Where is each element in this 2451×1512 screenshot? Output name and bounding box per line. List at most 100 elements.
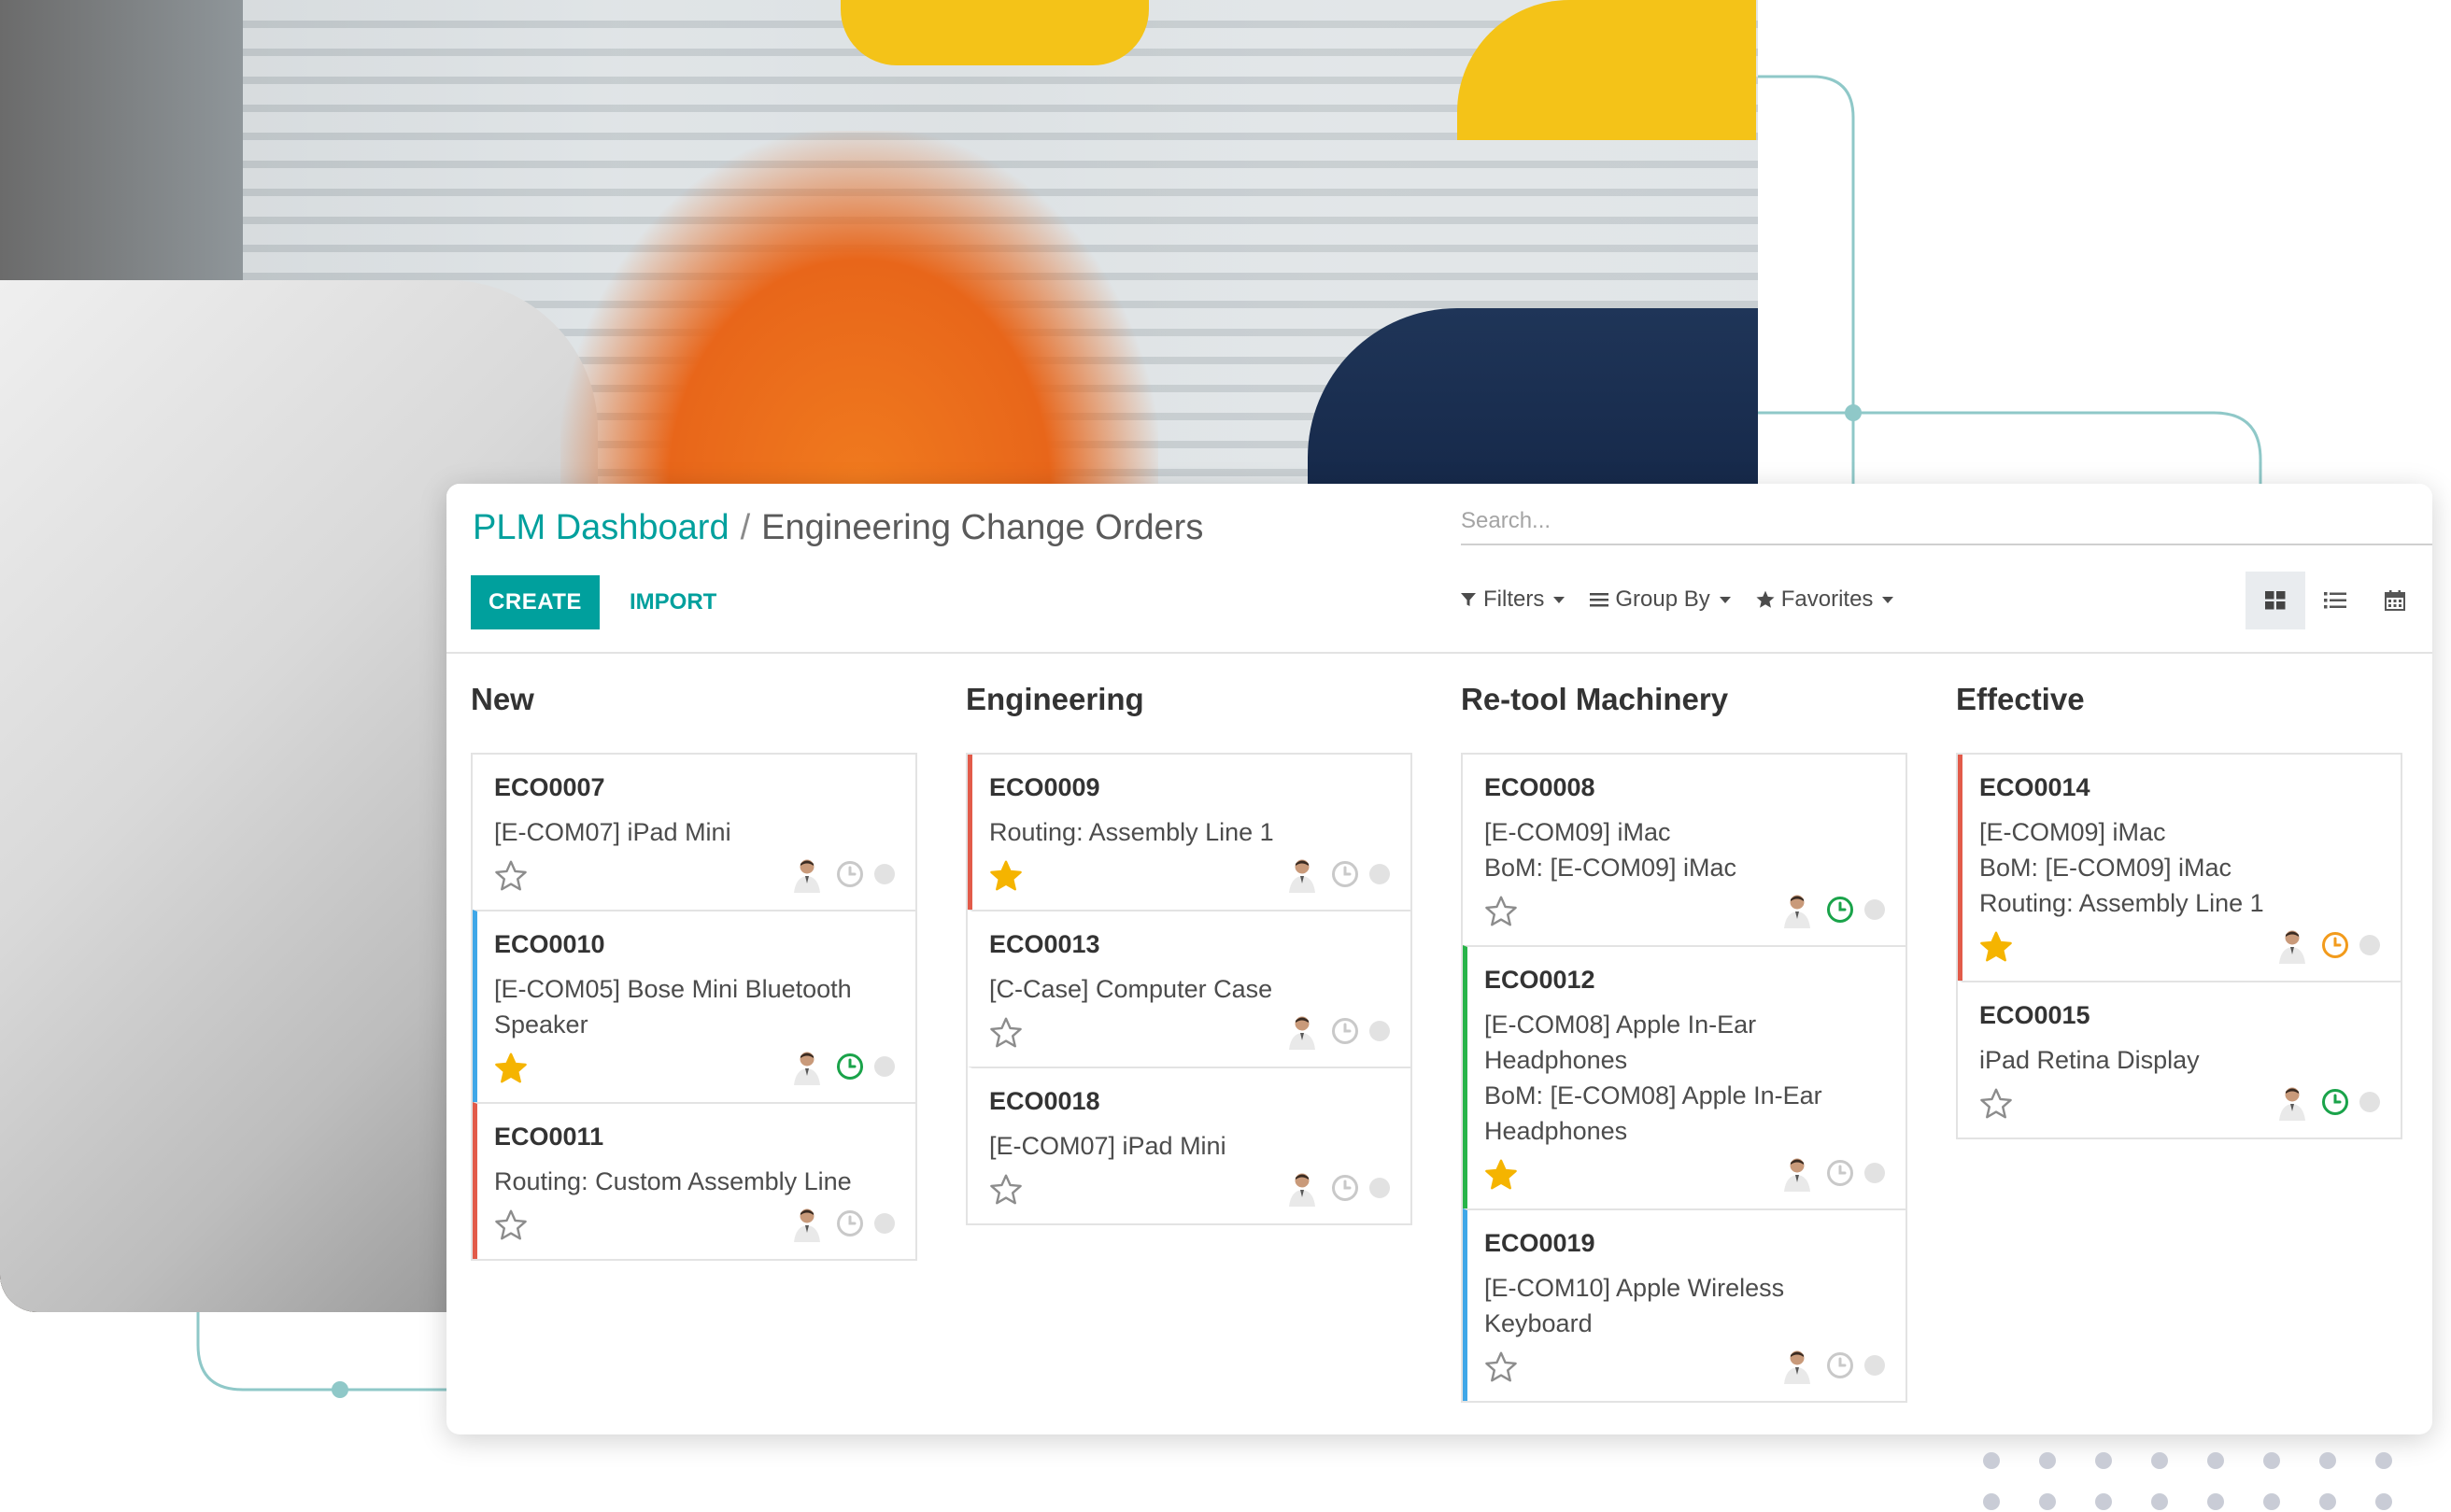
- kanban-state-dot[interactable]: [1369, 864, 1390, 884]
- kanban-state-dot[interactable]: [874, 864, 895, 884]
- avatar[interactable]: [1283, 1012, 1321, 1050]
- activity-clock-icon[interactable]: [1330, 859, 1360, 889]
- kanban-state-dot[interactable]: [874, 1056, 895, 1077]
- kanban-state-dot[interactable]: [2359, 935, 2380, 955]
- avatar[interactable]: [788, 1048, 826, 1085]
- activity-clock-icon[interactable]: [1330, 1173, 1360, 1203]
- kanban-state-dot[interactable]: [1864, 1355, 1885, 1376]
- avatar[interactable]: [2274, 1083, 2311, 1121]
- kanban-card[interactable]: ECO0011 Routing: Custom Assembly Line: [473, 1102, 915, 1259]
- favorites-dropdown[interactable]: Favorites: [1755, 586, 1894, 613]
- card-status-icons: [1283, 1012, 1390, 1050]
- card-reference: ECO0012: [1484, 966, 1595, 994]
- star-outline-icon[interactable]: [1484, 895, 1518, 928]
- star-filled-icon[interactable]: [1979, 930, 2013, 964]
- kanban-card[interactable]: ECO0008 [E-COM09] iMac BoM: [E-COM09] iMac: [1463, 755, 1906, 945]
- star-outline-icon[interactable]: [989, 1016, 1023, 1050]
- avatar[interactable]: [1778, 891, 1816, 928]
- star-outline-icon[interactable]: [1979, 1087, 2013, 1121]
- star-filled-icon[interactable]: [989, 859, 1023, 893]
- avatar[interactable]: [2274, 926, 2311, 964]
- create-button[interactable]: CREATE: [471, 575, 600, 629]
- filters-dropdown[interactable]: Filters: [1459, 586, 1566, 613]
- star-filled-icon[interactable]: [494, 1052, 528, 1085]
- column-title[interactable]: Re-tool Machinery: [1461, 682, 1907, 727]
- star-outline-icon[interactable]: [494, 1208, 528, 1242]
- kanban-card[interactable]: ECO0018 [E-COM07] iPad Mini: [968, 1067, 1410, 1223]
- activity-clock-icon[interactable]: [2320, 930, 2350, 960]
- avatar[interactable]: [788, 855, 826, 893]
- kanban-state-dot[interactable]: [1369, 1021, 1390, 1041]
- avatar[interactable]: [1778, 1154, 1816, 1192]
- calendar-icon: [2385, 590, 2405, 611]
- list-icon: [2324, 592, 2346, 609]
- search-options: Filters Group By Favorites: [1459, 586, 1894, 613]
- kanban-state-dot[interactable]: [2359, 1092, 2380, 1112]
- kanban-card[interactable]: ECO0010 [E-COM05] Bose Mini Bluetooth Spea…: [473, 910, 915, 1102]
- card-reference: ECO0007: [494, 773, 605, 801]
- card-line: Headphones: [1484, 1046, 1628, 1074]
- avatar[interactable]: [1283, 855, 1321, 893]
- search-input[interactable]: [1461, 502, 2432, 540]
- card-footer: [1484, 889, 1889, 930]
- star-outline-icon[interactable]: [989, 1173, 1023, 1207]
- star-filled-icon[interactable]: [1484, 1158, 1518, 1192]
- activity-clock-icon[interactable]: [835, 1208, 865, 1238]
- kanban-card[interactable]: ECO0013 [C-Case] Computer Case: [968, 910, 1410, 1067]
- kanban-card[interactable]: ECO0015 iPad Retina Display: [1958, 981, 2401, 1138]
- card-line: Routing: Assembly Line 1: [1979, 889, 2264, 917]
- kanban-state-dot[interactable]: [1369, 1178, 1390, 1198]
- card-line: [E-COM09] iMac: [1979, 818, 2166, 846]
- card-line: [E-COM09] iMac: [1484, 818, 1671, 846]
- activity-clock-icon[interactable]: [1330, 1016, 1360, 1046]
- kanban-state-dot[interactable]: [874, 1213, 895, 1234]
- avatar[interactable]: [788, 1205, 826, 1242]
- kanban-card[interactable]: ECO0012 [E-COM08] Apple In-Ear Headphones B…: [1463, 945, 1906, 1208]
- activity-clock-icon[interactable]: [835, 859, 865, 889]
- activity-clock-icon[interactable]: [1825, 1350, 1855, 1380]
- calendar-view-button[interactable]: [2365, 572, 2425, 629]
- star-icon: [1756, 590, 1775, 608]
- card-footer: [1484, 1345, 1889, 1386]
- card-line: [E-COM10] Apple Wireless: [1484, 1274, 1785, 1302]
- column-title[interactable]: New: [471, 682, 917, 727]
- kanban-state-dot[interactable]: [1864, 899, 1885, 920]
- kanban-card[interactable]: ECO0009 Routing: Assembly Line 1: [968, 755, 1410, 910]
- card-reference: ECO0015: [1979, 1001, 2090, 1029]
- card-line: [E-COM07] iPad Mini: [989, 1132, 1226, 1160]
- kanban-card[interactable]: ECO0007 [E-COM07] iPad Mini: [473, 755, 915, 910]
- column-title[interactable]: Effective: [1956, 682, 2402, 727]
- breadcrumb-parent-link[interactable]: PLM Dashboard: [473, 508, 730, 547]
- filter-icon: [1461, 593, 1476, 606]
- kanban-view-button[interactable]: [2246, 572, 2305, 629]
- import-button[interactable]: IMPORT: [620, 575, 726, 629]
- activity-clock-icon[interactable]: [2320, 1087, 2350, 1117]
- kanban-state-dot[interactable]: [1864, 1163, 1885, 1183]
- column-title[interactable]: Engineering: [966, 682, 1412, 727]
- card-line: [E-COM07] iPad Mini: [494, 818, 731, 846]
- star-outline-icon[interactable]: [494, 859, 528, 893]
- star-outline-icon[interactable]: [1484, 1350, 1518, 1384]
- breadcrumb-separator: /: [740, 508, 751, 547]
- card-status-icons: [1778, 1347, 1885, 1384]
- card-status-icons: [1283, 1169, 1390, 1207]
- kanban-card[interactable]: ECO0019 [E-COM10] Apple Wireless Keyboard: [1463, 1208, 1906, 1401]
- avatar[interactable]: [1283, 1169, 1321, 1207]
- card-footer: [1484, 1152, 1889, 1194]
- card-line: iPad Retina Display: [1979, 1046, 2200, 1074]
- avatar[interactable]: [1778, 1347, 1816, 1384]
- activity-clock-icon[interactable]: [1825, 895, 1855, 925]
- card-status-icons: [788, 1048, 895, 1085]
- activity-clock-icon[interactable]: [1825, 1158, 1855, 1188]
- card-line: Headphones: [1484, 1117, 1628, 1145]
- list-view-button[interactable]: [2305, 572, 2365, 629]
- breadcrumb-current: Engineering Change Orders: [761, 508, 1204, 547]
- card-reference: ECO0013: [989, 930, 1100, 958]
- group-by-dropdown[interactable]: Group By: [1589, 586, 1731, 613]
- kanban-card[interactable]: ECO0014 [E-COM09] iMac BoM: [E-COM09] iMac…: [1958, 755, 2401, 981]
- app-window: PLM Dashboard / Engineering Change Orders …: [446, 484, 2432, 1434]
- activity-clock-icon[interactable]: [835, 1052, 865, 1081]
- card-status-icons: [1778, 891, 1885, 928]
- card-list: ECO0007 [E-COM07] iPad Mini ECO0010 [E-COM0…: [471, 753, 917, 1261]
- chevron-down-icon: [1553, 596, 1566, 603]
